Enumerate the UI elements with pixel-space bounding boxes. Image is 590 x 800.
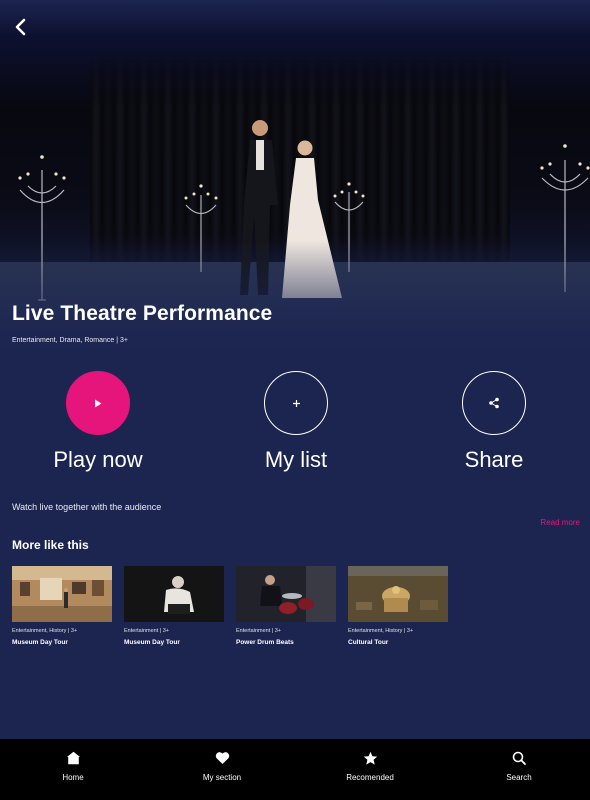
more-like-this-heading: More like this bbox=[12, 538, 89, 552]
star-icon bbox=[363, 751, 377, 765]
search-icon bbox=[512, 751, 526, 765]
recommendation-card[interactable]: Entertainment, History | 3+ Museum Day T… bbox=[12, 566, 112, 646]
my-list-button-circle[interactable] bbox=[264, 371, 328, 435]
play-icon bbox=[95, 399, 102, 407]
back-button[interactable] bbox=[8, 14, 32, 40]
chevron-left-icon bbox=[15, 18, 26, 36]
home-icon bbox=[66, 751, 80, 765]
share-icon bbox=[489, 397, 499, 409]
share-label: Share bbox=[464, 447, 524, 472]
card-title: Museum Day Tour bbox=[12, 639, 68, 646]
share-button[interactable]: Share bbox=[424, 371, 564, 473]
description-text: Watch live together with the audience bbox=[12, 502, 162, 512]
play-button-circle[interactable] bbox=[66, 371, 130, 435]
card-title: Museum Day Tour bbox=[124, 639, 180, 646]
hero-genre-meta: Entertainment, Drama, Romance | 3+ bbox=[12, 337, 129, 344]
card-title: Power Drum Beats bbox=[236, 639, 294, 646]
dancer-thumbnail bbox=[124, 566, 224, 622]
my-list-button[interactable]: My list bbox=[226, 371, 366, 473]
recommendation-card[interactable]: Entertainment, History | 3+ Cultural Tou… bbox=[348, 566, 448, 646]
nav-label-home: Home bbox=[62, 773, 84, 782]
nav-label-recomended: Recomended bbox=[346, 773, 394, 782]
nav-label-search: Search bbox=[506, 773, 532, 782]
play-now-button[interactable]: Play now bbox=[28, 371, 168, 473]
nav-label-my-section: My section bbox=[202, 773, 242, 782]
plus-icon bbox=[292, 399, 300, 407]
my-list-label: My list bbox=[264, 447, 328, 472]
read-more-link[interactable]: Read more bbox=[540, 518, 580, 527]
card-meta: Entertainment, History | 3+ bbox=[12, 628, 78, 634]
recommendation-card[interactable]: Entertainment | 3+ Museum Day Tour bbox=[124, 566, 224, 646]
hero-banner: Live Theatre Performance Entertainment, … bbox=[0, 0, 590, 360]
nav-item-search[interactable]: Search bbox=[479, 739, 559, 800]
heart-icon bbox=[215, 752, 229, 764]
share-button-circle[interactable] bbox=[462, 371, 526, 435]
nav-item-recomended[interactable]: Recomended bbox=[330, 739, 410, 800]
museum-gallery-thumbnail bbox=[12, 566, 112, 622]
card-meta: Entertainment | 3+ bbox=[124, 628, 169, 634]
card-title: Cultural Tour bbox=[348, 639, 389, 646]
card-meta: Entertainment, History | 3+ bbox=[348, 628, 414, 634]
page-title: Live Theatre Performance bbox=[12, 302, 273, 325]
recommendation-card[interactable]: Entertainment | 3+ Power Drum Beats bbox=[236, 566, 336, 646]
drummer-thumbnail bbox=[236, 566, 336, 622]
city-palace-thumbnail bbox=[348, 566, 448, 622]
bottom-navigation: Home My section Recomended Search bbox=[0, 739, 590, 800]
nav-item-my-section[interactable]: My section bbox=[182, 739, 262, 800]
nav-item-home[interactable]: Home bbox=[33, 739, 113, 800]
card-meta: Entertainment | 3+ bbox=[236, 628, 281, 634]
play-now-label: Play now bbox=[53, 447, 143, 472]
